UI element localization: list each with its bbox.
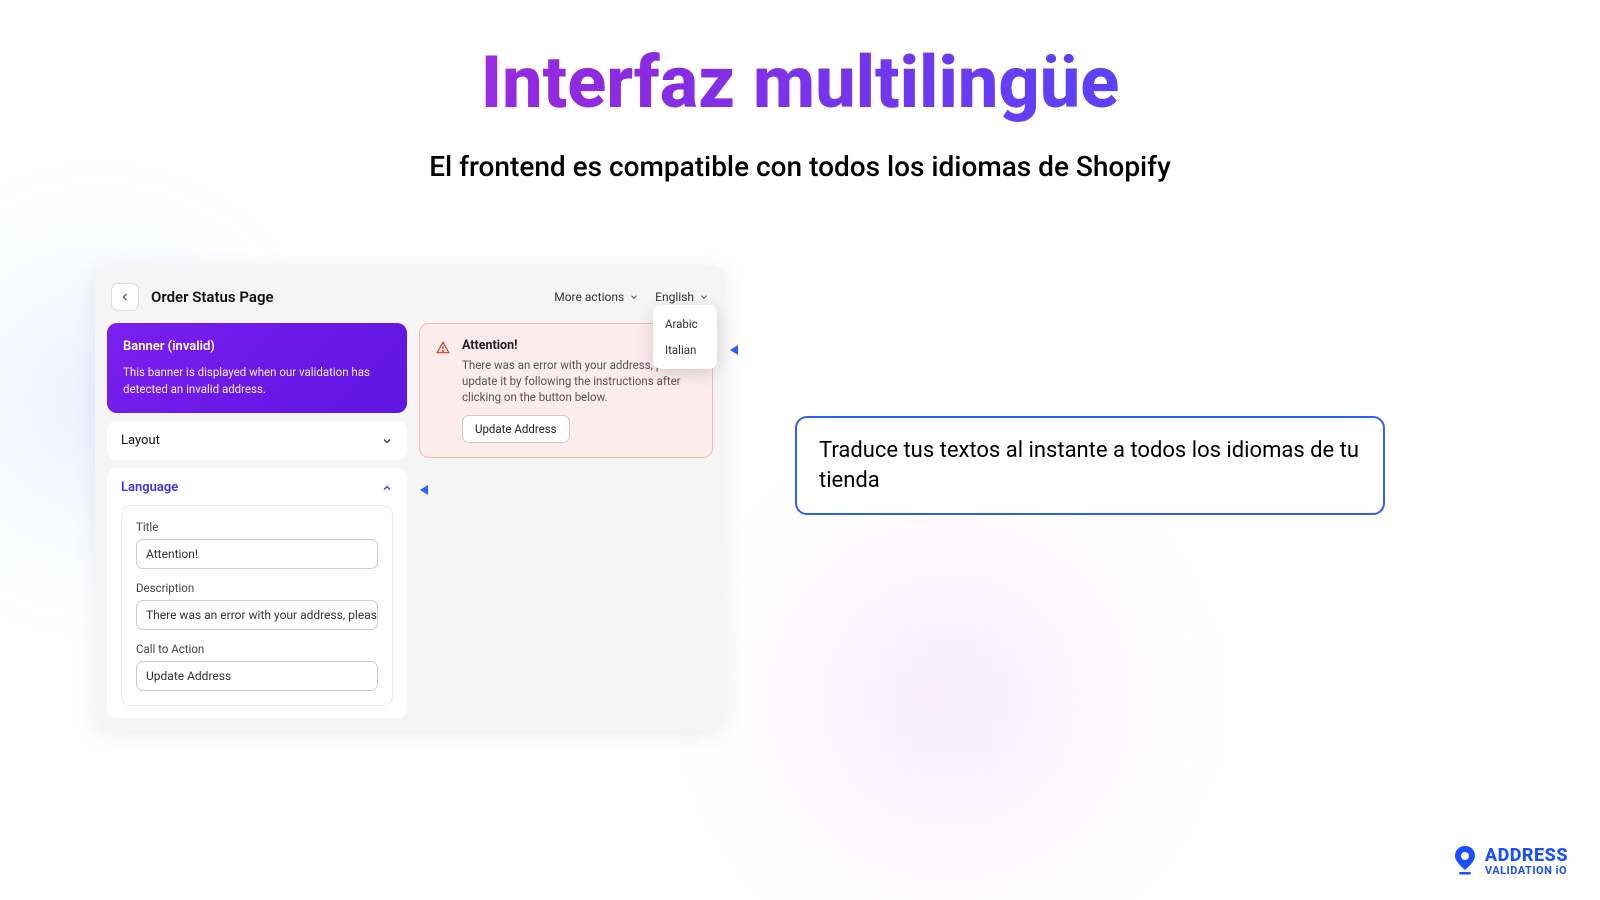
banner-title: Banner (invalid): [123, 339, 391, 354]
logo-text-bottom: VALIDATION iO: [1485, 865, 1568, 876]
banner-info-card: Banner (invalid) This banner is displaye…: [107, 323, 407, 413]
update-address-button[interactable]: Update Address: [462, 415, 570, 443]
title-field-label: Title: [136, 520, 378, 534]
desc-field[interactable]: There was an error with your address, pl…: [136, 600, 378, 630]
back-button[interactable]: [111, 283, 139, 311]
page-subtitle: El frontend es compatible con todos los …: [0, 150, 1600, 183]
alert-icon: [436, 340, 450, 443]
language-dropdown-menu: Arabic Italian: [653, 305, 717, 369]
panel-header: Order Status Page More actions English: [107, 277, 713, 323]
language-dropdown[interactable]: English: [655, 290, 709, 304]
banner-desc: This banner is displayed when our valida…: [123, 364, 391, 397]
language-accordion-header[interactable]: Language: [121, 480, 393, 495]
language-accordion: Language Title Attention! Description Th…: [107, 468, 407, 718]
annotation-arrow-2: [410, 480, 810, 500]
annotation-arrow-1: [720, 340, 820, 360]
language-label: Language: [121, 480, 178, 495]
chevron-up-icon: [381, 482, 393, 494]
chevron-down-icon: [699, 292, 709, 302]
arrow-left-icon: [119, 291, 131, 303]
more-actions-dropdown[interactable]: More actions: [554, 290, 639, 304]
language-current: English: [655, 290, 694, 304]
chevron-down-icon: [381, 435, 393, 447]
desc-field-label: Description: [136, 581, 378, 595]
annotation-callout: Traduce tus textos al instante a todos l…: [795, 416, 1385, 515]
language-form: Title Attention! Description There was a…: [121, 505, 393, 706]
title-field[interactable]: Attention!: [136, 539, 378, 569]
lang-option-italian[interactable]: Italian: [653, 337, 717, 363]
logo-text-top: ADDRESS: [1485, 847, 1568, 865]
panel-title: Order Status Page: [151, 288, 274, 306]
cta-field-label: Call to Action: [136, 642, 378, 656]
more-actions-label: More actions: [554, 290, 624, 304]
chevron-down-icon: [629, 292, 639, 302]
cta-field[interactable]: Update Address: [136, 661, 378, 691]
pin-icon: [1453, 846, 1477, 876]
layout-label: Layout: [121, 433, 160, 448]
layout-accordion[interactable]: Layout: [107, 421, 407, 460]
page-title: Interfaz multilingüe: [0, 40, 1600, 125]
brand-logo: ADDRESS VALIDATION iO: [1453, 846, 1568, 876]
lang-option-arabic[interactable]: Arabic: [653, 311, 717, 337]
